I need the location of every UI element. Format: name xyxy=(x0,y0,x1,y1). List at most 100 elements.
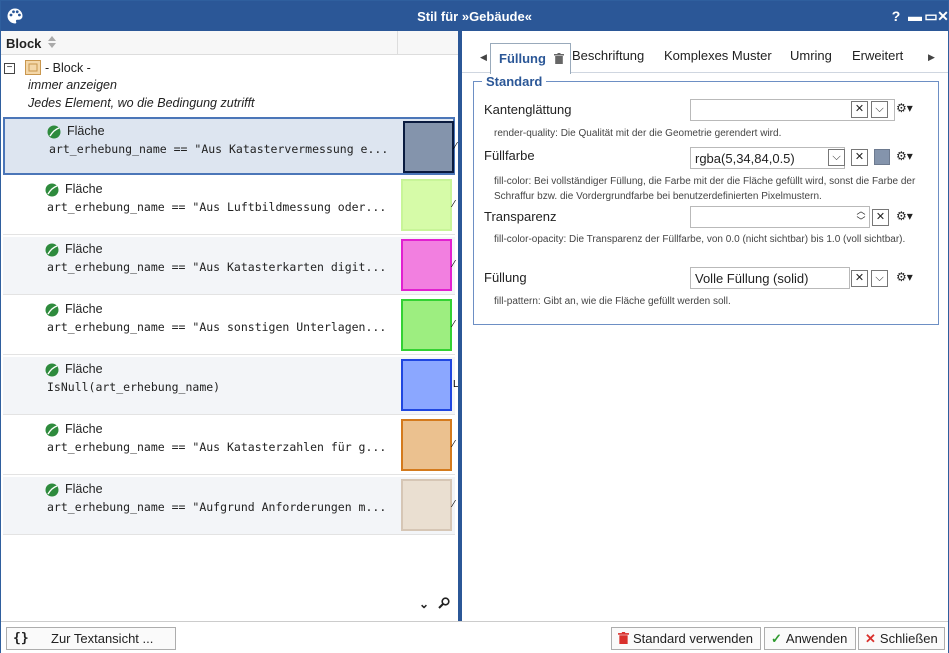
use-default-label: Standard verwenden xyxy=(633,631,753,646)
clear-icon[interactable]: ✕ xyxy=(851,101,868,118)
apply-button[interactable]: ✓ Anwenden xyxy=(764,627,856,650)
rule-expression: art_erhebung_name == "Aus sonstigen Unte… xyxy=(47,320,387,334)
block-icon xyxy=(25,60,41,75)
tab-fill[interactable]: Füllung xyxy=(490,43,571,74)
prop-label-fill-color: Füllfarbe xyxy=(484,148,535,163)
rule-color-swatch[interactable] xyxy=(401,239,452,291)
rule-row-5[interactable]: Fläche IsNull(art_erhebung_name) L xyxy=(3,357,459,415)
chevron-down-icon[interactable]: ⌵ xyxy=(871,101,888,118)
close-button[interactable]: ✕ Schließen xyxy=(858,627,945,650)
fill-color-input[interactable]: rgba(5,34,84,0.5) xyxy=(690,147,845,169)
group-title: Standard xyxy=(482,74,547,89)
fill-pattern-select[interactable]: Volle Füllung (solid) xyxy=(690,267,850,289)
rule-row-2[interactable]: Fläche art_erhebung_name == "Aus Luftbil… xyxy=(3,177,455,235)
area-leaf-icon xyxy=(45,423,59,437)
trash-icon[interactable] xyxy=(553,53,564,64)
block-visibility: immer anzeigen xyxy=(28,78,117,92)
search-icon[interactable] xyxy=(438,597,451,609)
rule-expression: art_erhebung_name == "Aus Katasterkarten… xyxy=(47,260,387,274)
tab-labeling[interactable]: Beschriftung xyxy=(572,48,644,63)
rule-color-swatch[interactable] xyxy=(401,479,452,531)
sort-icon[interactable] xyxy=(47,35,57,49)
rules-header[interactable]: Block xyxy=(1,31,458,55)
tab-outline[interactable]: Umring xyxy=(790,48,832,63)
apply-label: Anwenden xyxy=(785,631,848,646)
prop-desc-fill-color: fill-color: Bei vollständiger Füllung, d… xyxy=(494,176,916,202)
area-leaf-icon xyxy=(45,363,59,377)
area-leaf-icon xyxy=(45,303,59,317)
area-leaf-icon xyxy=(45,243,59,257)
prop-label-fill-pattern: Füllung xyxy=(484,270,527,285)
minimize-button[interactable]: ▬ xyxy=(908,8,922,24)
rule-expression: art_erhebung_name == "Aus Katastervermes… xyxy=(49,142,389,156)
rule-color-swatch[interactable] xyxy=(401,179,452,231)
tab-scroll-left-icon[interactable]: ◀ xyxy=(480,52,487,63)
rule-row-1[interactable]: Fläche art_erhebung_name == "Aus Kataste… xyxy=(3,117,457,175)
color-chip[interactable] xyxy=(874,149,890,165)
rule-type-label: Fläche xyxy=(65,422,103,436)
braces-icon: {} xyxy=(13,631,29,646)
rule-type-label: Fläche xyxy=(65,362,103,376)
rule-row-6[interactable]: Fläche art_erhebung_name == "Aus Kataste… xyxy=(3,417,455,475)
help-button[interactable]: ? xyxy=(889,8,903,24)
rules-panel: Block − - Block - immer anzeigen Jedes E… xyxy=(1,31,459,621)
tab-scroll-right-icon[interactable]: ▶ xyxy=(928,52,935,63)
chevron-down-icon[interactable]: ⌵ xyxy=(828,149,845,166)
gear-icon[interactable]: ⚙▾ xyxy=(896,270,926,287)
rule-type-label: Fläche xyxy=(65,482,103,496)
rule-color-swatch[interactable] xyxy=(401,419,452,471)
area-leaf-icon xyxy=(47,125,61,139)
tree-bottom-tools[interactable]: ⌄ xyxy=(419,597,451,611)
block-title[interactable]: - Block - xyxy=(45,61,91,75)
gear-icon[interactable]: ⚙▾ xyxy=(896,149,926,166)
tab-label: Füllung xyxy=(499,51,546,66)
window-title: Stil für »Gebäude« xyxy=(417,9,532,24)
tab-bar: ◀ Füllung Beschriftung Komplexes Muster … xyxy=(462,43,948,74)
gear-icon[interactable]: ⚙▾ xyxy=(896,209,926,226)
properties-panel: ◀ Füllung Beschriftung Komplexes Muster … xyxy=(462,31,948,621)
prop-label-opacity: Transparenz xyxy=(484,209,557,224)
gear-icon[interactable]: ⚙▾ xyxy=(896,101,926,118)
prop-label-render-quality: Kantenglättung xyxy=(484,102,572,117)
column-header-block[interactable]: Block xyxy=(6,36,41,51)
chevron-down-icon[interactable]: ⌵ xyxy=(871,270,888,287)
rule-expression: IsNull(art_erhebung_name) xyxy=(47,380,221,394)
style-dialog: Stil für »Gebäude« ? ▬ ▭ ✕ Block − - Blo… xyxy=(0,0,949,653)
clear-icon[interactable]: ✕ xyxy=(851,149,868,166)
collapse-toggle-icon[interactable]: − xyxy=(4,63,15,74)
area-leaf-icon xyxy=(45,183,59,197)
text-view-button[interactable]: {} Zur Textansicht ... xyxy=(6,627,176,650)
clear-icon[interactable]: ✕ xyxy=(872,209,889,226)
button-bar: {} Zur Textansicht ... Standard verwende… xyxy=(1,621,948,653)
standard-group: Standard Kantenglättung ✕ ⌵ ⚙▾ render-qu… xyxy=(473,74,939,325)
rule-row-4[interactable]: Fläche art_erhebung_name == "Aus sonstig… xyxy=(3,297,455,355)
rule-color-swatch[interactable] xyxy=(401,299,452,351)
opacity-input[interactable] xyxy=(690,206,870,228)
tab-advanced[interactable]: Erweitert xyxy=(852,48,903,63)
maximize-button[interactable]: ▭ xyxy=(924,8,938,24)
title-bar[interactable]: Stil für »Gebäude« ? ▬ ▭ ✕ xyxy=(1,1,949,31)
rule-type-label: Fläche xyxy=(65,242,103,256)
rule-row-3[interactable]: Fläche art_erhebung_name == "Aus Kataste… xyxy=(3,237,455,295)
rule-color-swatch[interactable] xyxy=(403,121,454,173)
spin-down-icon[interactable]: ﹀ xyxy=(854,217,868,226)
use-default-button[interactable]: Standard verwenden xyxy=(611,627,761,650)
close-label: Schließen xyxy=(879,631,938,646)
column-divider[interactable] xyxy=(397,31,398,55)
rule-expression: art_erhebung_name == "Aufgrund Anforderu… xyxy=(47,500,387,514)
rule-row-7[interactable]: Fläche art_erhebung_name == "Aufgrund An… xyxy=(3,477,455,535)
clear-icon[interactable]: ✕ xyxy=(851,270,868,287)
rule-color-swatch[interactable] xyxy=(401,359,452,411)
rule-type-label: Fläche xyxy=(65,182,103,196)
chevron-down-icon[interactable]: ⌄ xyxy=(419,597,429,611)
close-icon: ✕ xyxy=(865,631,876,646)
block-condition: Jedes Element, wo die Bedingung zutrifft xyxy=(28,96,255,110)
text-view-label: Zur Textansicht ... xyxy=(51,631,154,646)
prop-desc-fill-pattern: fill-pattern: Gibt an, wie die Fläche ge… xyxy=(494,296,731,307)
close-window-button[interactable]: ✕ xyxy=(937,8,949,24)
spin-up-icon[interactable]: ︿ xyxy=(854,207,868,216)
rule-expression: art_erhebung_name == "Aus Katasterzahlen… xyxy=(47,440,387,454)
check-icon: ✓ xyxy=(771,631,782,646)
tab-complex-pattern[interactable]: Komplexes Muster xyxy=(664,48,772,63)
trash-icon xyxy=(618,632,629,644)
